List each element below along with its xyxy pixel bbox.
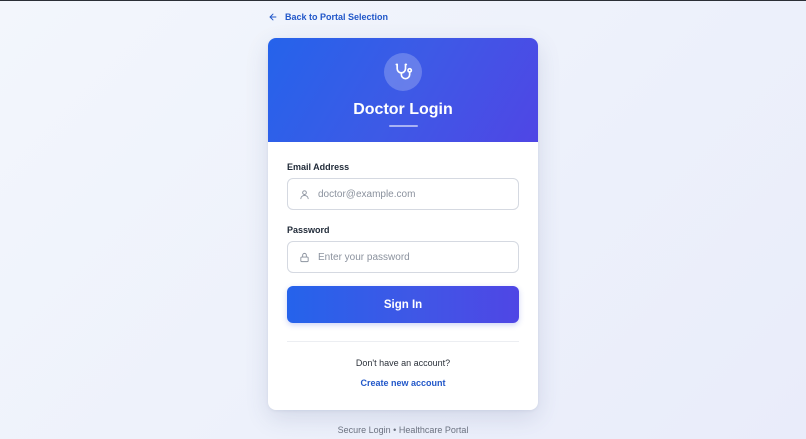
title-underline <box>389 125 418 127</box>
email-field-wrapper <box>287 178 519 210</box>
arrow-left-icon <box>268 12 278 22</box>
password-label: Password <box>287 225 330 235</box>
password-input[interactable] <box>316 242 518 272</box>
back-to-portal-link[interactable]: Back to Portal Selection <box>268 12 388 22</box>
footer-text: Secure Login • Healthcare Portal <box>337 425 469 435</box>
password-field-wrapper <box>287 241 519 273</box>
header-icon-badge <box>384 53 422 91</box>
email-input[interactable] <box>316 179 518 209</box>
login-card: Doctor Login Email Address Password Sign… <box>268 38 538 410</box>
user-icon <box>288 179 316 209</box>
email-label: Email Address <box>287 162 350 172</box>
lock-icon <box>288 242 316 272</box>
sign-in-button[interactable]: Sign In <box>287 286 519 323</box>
divider <box>287 341 519 342</box>
card-header: Doctor Login <box>268 38 538 142</box>
stethoscope-icon <box>393 62 413 82</box>
create-account-link[interactable]: Create new account <box>268 378 538 388</box>
page-title: Doctor Login <box>353 101 453 118</box>
signup-prompt: Don't have an account? <box>355 358 451 368</box>
back-link-label: Back to Portal Selection <box>285 12 389 22</box>
